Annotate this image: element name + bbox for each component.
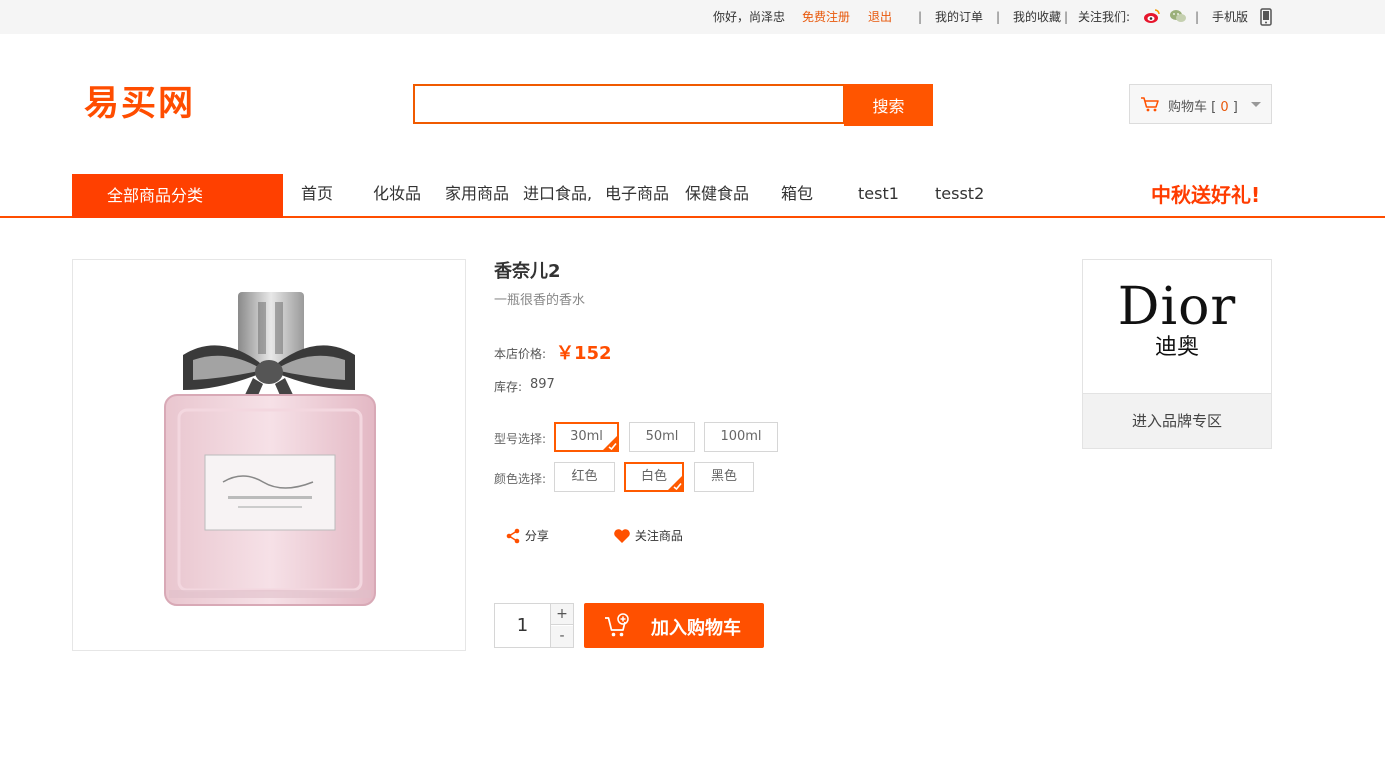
product-price: ￥152 xyxy=(556,343,612,364)
search-bar: 搜索 xyxy=(413,84,933,126)
cart-plus-icon xyxy=(604,613,630,643)
search-input[interactable] xyxy=(413,84,845,124)
cart-dropdown[interactable]: 购物车 [ 0 ] xyxy=(1129,84,1272,124)
check-icon xyxy=(668,476,682,490)
model-option-30ml[interactable]: 30ml xyxy=(554,422,619,452)
site-logo[interactable]: 易买网 xyxy=(84,82,195,126)
stock-label: 库存: xyxy=(494,380,523,394)
color-label: 颜色选择: xyxy=(494,472,547,486)
nav-link-cosmetics[interactable]: 化妆品 xyxy=(373,184,421,204)
my-orders-link[interactable]: 我的订单 xyxy=(935,9,983,25)
share-icon xyxy=(505,528,525,543)
nav-link-health-food[interactable]: 保健食品 xyxy=(685,184,749,204)
nav-link-imported-food[interactable]: 进口食品, xyxy=(523,184,592,204)
brand-panel: Dior 迪奥 进入品牌专区 xyxy=(1082,259,1272,449)
add-to-cart-label: 加入购物车 xyxy=(651,618,741,639)
wechat-icon[interactable] xyxy=(1169,8,1187,28)
search-button[interactable]: 搜索 xyxy=(844,84,933,126)
my-favorites-link[interactable]: 我的收藏 xyxy=(1013,9,1061,25)
quantity-minus-button[interactable]: - xyxy=(551,626,573,647)
quantity-stepper: + - xyxy=(494,603,574,648)
add-to-cart-button[interactable]: 加入购物车 xyxy=(584,603,764,648)
nav-link-test1[interactable]: test1 xyxy=(858,184,899,204)
nav-link-electronics[interactable]: 电子商品 xyxy=(605,184,669,204)
brand-logo[interactable]: Dior 迪奥 xyxy=(1083,260,1271,393)
quantity-input[interactable] xyxy=(495,604,551,647)
nav-link-household[interactable]: 家用商品 xyxy=(445,184,509,204)
color-option-black[interactable]: 黑色 xyxy=(694,462,754,492)
quantity-plus-button[interactable]: + xyxy=(551,604,573,625)
separator: | xyxy=(1064,10,1069,24)
product-subtitle: 一瓶很香的香水 xyxy=(494,293,586,308)
nav-link-tesst2[interactable]: tesst2 xyxy=(935,184,984,204)
cart-label: 购物车 [ 0 ] xyxy=(1168,100,1238,115)
separator: | xyxy=(918,10,923,24)
check-icon xyxy=(603,436,617,450)
main-nav: 全部商品分类 首页 化妆品 家用商品 进口食品, 电子商品 保健食品 箱包 te… xyxy=(0,174,1385,218)
register-link[interactable]: 免费注册 xyxy=(802,9,850,25)
product-title: 香奈儿2 xyxy=(494,261,561,282)
model-option-50ml[interactable]: 50ml xyxy=(629,422,695,452)
stock-value: 897 xyxy=(530,377,555,392)
perfume-bottle-image xyxy=(164,292,376,606)
price-label: 本店价格: xyxy=(494,347,547,361)
mobile-link[interactable]: 手机版 xyxy=(1212,9,1248,25)
separator: | xyxy=(996,10,1001,24)
nav-link-home[interactable]: 首页 xyxy=(301,184,333,204)
weibo-icon[interactable] xyxy=(1143,8,1161,28)
heart-icon xyxy=(613,528,635,543)
separator: | xyxy=(1195,10,1200,24)
follow-us-label: 关注我们: xyxy=(1078,10,1131,24)
user-greeting: 你好，尚泽忠 xyxy=(713,10,786,24)
color-option-white[interactable]: 白色 xyxy=(624,462,684,492)
all-categories-button[interactable]: 全部商品分类 xyxy=(72,174,283,218)
brand-name-cn: 迪奥 xyxy=(1154,335,1199,360)
model-option-100ml[interactable]: 100ml xyxy=(704,422,778,452)
color-option-red[interactable]: 红色 xyxy=(554,462,615,492)
model-label: 型号选择: xyxy=(494,432,547,446)
chevron-down-icon xyxy=(1251,102,1261,107)
share-button[interactable]: 分享 xyxy=(505,527,549,544)
product-image xyxy=(72,259,466,651)
cart-count: 0 xyxy=(1220,100,1229,115)
follow-product-button[interactable]: 关注商品 xyxy=(613,527,683,544)
brand-name-en: Dior xyxy=(1117,277,1237,337)
cart-icon xyxy=(1140,96,1160,116)
nav-link-bags[interactable]: 箱包 xyxy=(781,184,813,204)
promo-banner[interactable]: 中秋送好礼! xyxy=(1151,182,1260,208)
top-bar: 你好，尚泽忠 免费注册 退出 | 我的订单 | 我的收藏 | 关注我们: | 手… xyxy=(0,0,1385,34)
logout-link[interactable]: 退出 xyxy=(868,9,892,25)
phone-icon[interactable] xyxy=(1260,8,1272,30)
brand-zone-link[interactable]: 进入品牌专区 xyxy=(1083,393,1271,448)
